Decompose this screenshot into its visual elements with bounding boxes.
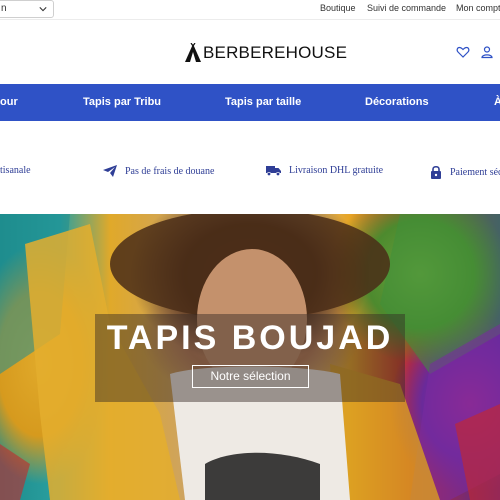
- heart-icon[interactable]: [456, 45, 470, 59]
- top-link-account[interactable]: Mon compte: [456, 3, 500, 13]
- nav-item-decorations[interactable]: Décorations: [365, 84, 429, 121]
- paper-plane-icon: [103, 165, 117, 177]
- nav-item-tapis-par-taille[interactable]: Tapis par taille: [225, 84, 301, 121]
- language-select-value: n: [1, 3, 7, 14]
- features-strip: tisanale Pas de frais de douane Livraiso…: [0, 121, 500, 214]
- site-logo[interactable]: BERBEREHOUSE: [184, 41, 347, 65]
- feature-label: Paiement séc: [450, 166, 500, 178]
- header: BERBEREHOUSE: [0, 21, 500, 84]
- top-link-order-tracking[interactable]: Suivi de commande: [367, 3, 446, 13]
- main-navigation: our Tapis par Tribu Tapis par taille Déc…: [0, 84, 500, 121]
- feature-label: Pas de frais de douane: [125, 165, 215, 177]
- feature-label: tisanale: [0, 165, 31, 176]
- hero-title: TAPIS BOUJAD: [106, 319, 394, 357]
- top-link-boutique[interactable]: Boutique: [320, 3, 356, 13]
- nav-item-partial-left[interactable]: our: [0, 84, 18, 121]
- feature-secure-payment: Paiement séc: [430, 165, 500, 179]
- feature-artisanal: tisanale: [0, 165, 31, 176]
- chevron-down-icon: [39, 7, 47, 12]
- truck-icon: [266, 166, 281, 176]
- language-select[interactable]: n: [0, 0, 54, 18]
- nav-item-partial-right[interactable]: À: [494, 84, 500, 121]
- feature-label: Livraison DHL gratuite: [289, 165, 384, 176]
- nav-item-tapis-par-tribu[interactable]: Tapis par Tribu: [83, 84, 161, 121]
- feature-no-customs: Pas de frais de douane: [103, 165, 214, 177]
- lock-icon: [431, 165, 441, 179]
- user-icon[interactable]: [480, 45, 494, 59]
- tent-logo-icon: [185, 43, 201, 62]
- hero-banner: TAPIS BOUJAD Notre sélection: [0, 214, 500, 500]
- top-utility-bar: n Boutique Suivi de commande Mon compte: [0, 0, 500, 20]
- hero-cta-button[interactable]: Notre sélection: [192, 365, 309, 388]
- feature-free-dhl: Livraison DHL gratuite: [266, 165, 383, 176]
- logo-text: BERBEREHOUSE: [203, 43, 348, 62]
